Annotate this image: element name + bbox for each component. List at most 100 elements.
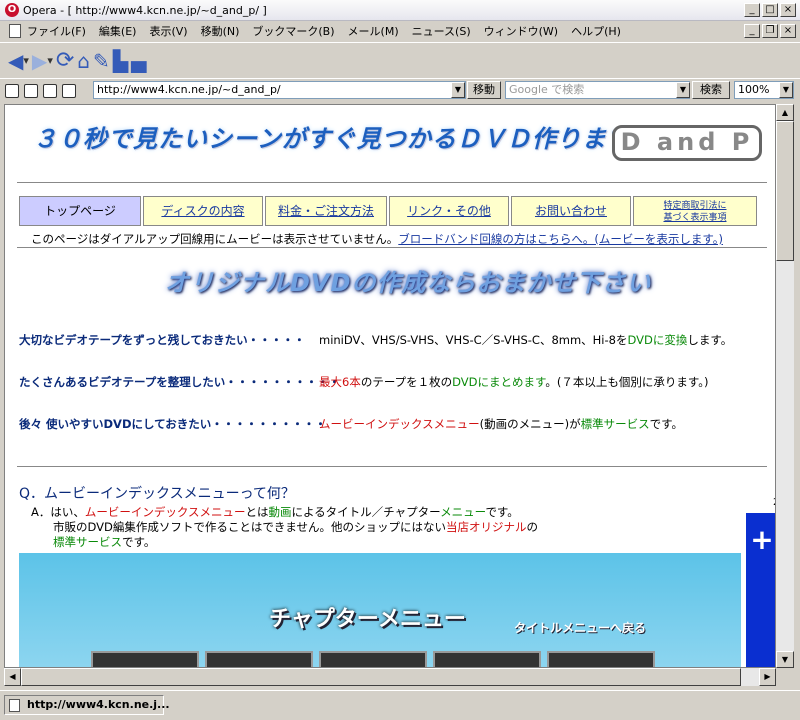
scroll-down-icon[interactable]: ▼ (776, 651, 794, 668)
cookie-icon[interactable] (24, 83, 38, 98)
maximize-button[interactable]: □ (762, 3, 778, 17)
mdi-close-button[interactable]: × (780, 24, 796, 38)
reload-icon[interactable]: ⟳ (56, 48, 74, 74)
thumbnail (319, 651, 427, 667)
user-mode-icon[interactable] (62, 83, 76, 98)
menu-bar: ファイル(F) 編集(E) 表示(V) 移動(N) ブックマーク(B) メール(… (0, 21, 800, 41)
search-dropdown-icon[interactable]: ▼ (676, 82, 690, 98)
feature-red: ムービーインデックスメニュー (319, 417, 480, 431)
user-icon[interactable]: ▄ (131, 48, 146, 74)
scroll-left-icon[interactable]: ◀ (4, 668, 21, 686)
subtitle-banner: オリジナルDVDの作成ならおまかせ下さい (165, 269, 652, 297)
divider (17, 466, 767, 467)
menu-edit[interactable]: 編集(E) (99, 23, 137, 39)
navigation-toolbar: ◀ ▾ ▶ ▾ ⟳ ⌂ ✎ ▙ ▄ (0, 42, 800, 78)
menu-news[interactable]: ニュース(S) (412, 23, 471, 39)
answer-green: メニュー (440, 505, 486, 519)
search-input[interactable]: Google で検索 (505, 81, 690, 99)
back-dropdown-icon[interactable]: ▾ (23, 48, 29, 74)
tab-legal-notice-line2: 基づく表示事項 (663, 213, 727, 223)
menu-file[interactable]: ファイル(F) (27, 23, 86, 39)
thumbnail (91, 651, 199, 667)
menu-mail[interactable]: メール(M) (348, 23, 399, 39)
answer-red: 当店オリジナル (446, 520, 527, 534)
menu-help[interactable]: ヘルプ(H) (571, 23, 621, 39)
thumbnail (205, 651, 313, 667)
feature-row: 大切なビデオテープをずっと残しておきたい・・・・・ miniDV、VHS/S-VH… (19, 332, 732, 348)
back-arrow-icon[interactable]: ◀ (8, 48, 23, 74)
faq-answer: A．はい、ムービーインデックスメニューとは動画によるタイトル／チャプターメニュー… (31, 505, 538, 550)
answer-text: です。 (485, 505, 519, 519)
answer-text: とは (245, 505, 269, 519)
mdi-minimize-button[interactable]: _ (744, 24, 760, 38)
tab-legal-notice-line1: 特定商取引法に (663, 201, 727, 211)
notice-text: このページはダイアルアップ回線用にムービーは表示させていません。 (31, 232, 399, 246)
status-bar: http://www4.kcn.ne.j... (0, 690, 800, 720)
home-icon[interactable]: ⌂ (77, 48, 90, 74)
vertical-scrollbar[interactable]: ▲ ▼ (776, 104, 794, 668)
feature-tail: します。 (687, 333, 733, 347)
forward-dropdown-icon[interactable]: ▾ (47, 48, 53, 74)
minimize-button[interactable]: _ (744, 3, 760, 17)
opera-logo-icon: O (5, 3, 19, 17)
feature-label: 後々 使いやすいDVDにしておきたい・・・・・・・・・・ (19, 417, 327, 431)
hotlist-icon[interactable]: ✎ (93, 48, 110, 74)
tab-contact[interactable]: お問い合わせ (511, 196, 631, 226)
vertical-scroll-thumb[interactable] (776, 121, 794, 261)
scroll-right-icon[interactable]: ▶ (759, 668, 776, 686)
close-button[interactable]: × (780, 3, 796, 17)
horizontal-scrollbar[interactable]: ◀ ▶ (4, 668, 776, 686)
search-button[interactable]: 検索 (692, 81, 730, 99)
page-icon[interactable] (43, 83, 57, 98)
menu-navigate[interactable]: 移動(N) (201, 23, 240, 39)
page-status-icon (9, 699, 20, 712)
feature-highlight: DVDに変換 (627, 333, 688, 347)
address-input[interactable]: http://www4.kcn.ne.jp/~d_and_p/ (93, 81, 466, 99)
document-icon (9, 24, 21, 38)
feature-tail: です。 (649, 417, 683, 431)
address-dropdown-icon[interactable]: ▼ (451, 82, 465, 98)
title-bar: O Opera - [ http://www4.kcn.ne.jp/~d_and… (0, 0, 800, 21)
tab-links-other[interactable]: リンク・その他 (389, 196, 509, 226)
feature-label: たくさんあるビデオテープを整理したい・・・・・・・・・・ (19, 375, 341, 389)
preview-thumbnails (91, 651, 655, 667)
feature-tail: 。(７本以上も個別に承ります。) (545, 375, 709, 389)
connection-notice: このページはダイアルアップ回線用にムービーは表示させていません。ブロードバンド回… (31, 231, 723, 247)
side-panel-plus[interactable]: + (746, 513, 775, 667)
feature-row: 後々 使いやすいDVDにしておきたい・・・・・・・・・・ムービーインデックスメニ… (19, 416, 683, 432)
site-logo[interactable]: D and P (612, 125, 762, 161)
answer-green: 動画 (268, 505, 292, 519)
faq-question: Q．ムービーインデックスメニューって何？ (19, 486, 295, 502)
mdi-restore-button[interactable]: ❐ (762, 24, 778, 38)
scroll-up-icon[interactable]: ▲ (776, 104, 794, 121)
feature-label: 大切なビデオテープをずっと残しておきたい・・・・・ (19, 333, 306, 347)
feature-text: (動画のメニュー)が (479, 417, 581, 431)
web-page: ３０秒で見たいシーンがすぐ見つかるＤＶＤ作ります！！ D and P トップペー… (4, 104, 776, 668)
feature-highlight: 標準サービス (580, 417, 650, 431)
answer-text: の (526, 520, 539, 534)
feature-text: のテープを１枚の (360, 375, 453, 389)
answer-prefix: A．はい、 (31, 505, 85, 519)
go-button[interactable]: 移動 (467, 81, 501, 99)
menu-window[interactable]: ウィンドウ(W) (484, 23, 558, 39)
tab-pricing-order[interactable]: 料金・ご注文方法 (265, 196, 387, 226)
menu-view[interactable]: 表示(V) (149, 23, 187, 39)
status-text: http://www4.kcn.ne.j... (27, 698, 170, 711)
preview-back-label: タイトルメニューへ戻る (514, 621, 647, 635)
status-url: http://www4.kcn.ne.j... (4, 695, 170, 715)
divider (17, 182, 767, 183)
forward-arrow-icon[interactable]: ▶ (32, 48, 47, 74)
security-icon[interactable] (5, 83, 19, 98)
answer-text: 市販のDVD編集作成ソフトで作ることはできません。他のショップにはない (53, 520, 447, 534)
tab-disc-contents[interactable]: ディスクの内容 (143, 196, 263, 226)
answer-text: です。 (122, 535, 156, 549)
menu-bookmarks[interactable]: ブックマーク(B) (252, 23, 334, 39)
broadband-link[interactable]: ブロードバンド回線の方はこちらへ。(ムービーを表示します。) (398, 232, 723, 246)
horizontal-scroll-thumb[interactable] (21, 668, 741, 686)
site-banner: ３０秒で見たいシーンがすぐ見つかるＤＶＤ作ります！！ (33, 125, 682, 153)
print-icon[interactable]: ▙ (113, 48, 128, 74)
zoom-dropdown-icon[interactable]: ▼ (779, 82, 793, 98)
feature-red: 最大6本 (319, 375, 361, 389)
tab-top-page[interactable]: トップページ (19, 196, 141, 226)
tab-legal-notice[interactable]: 特定商取引法に 基づく表示事項 (633, 196, 757, 226)
